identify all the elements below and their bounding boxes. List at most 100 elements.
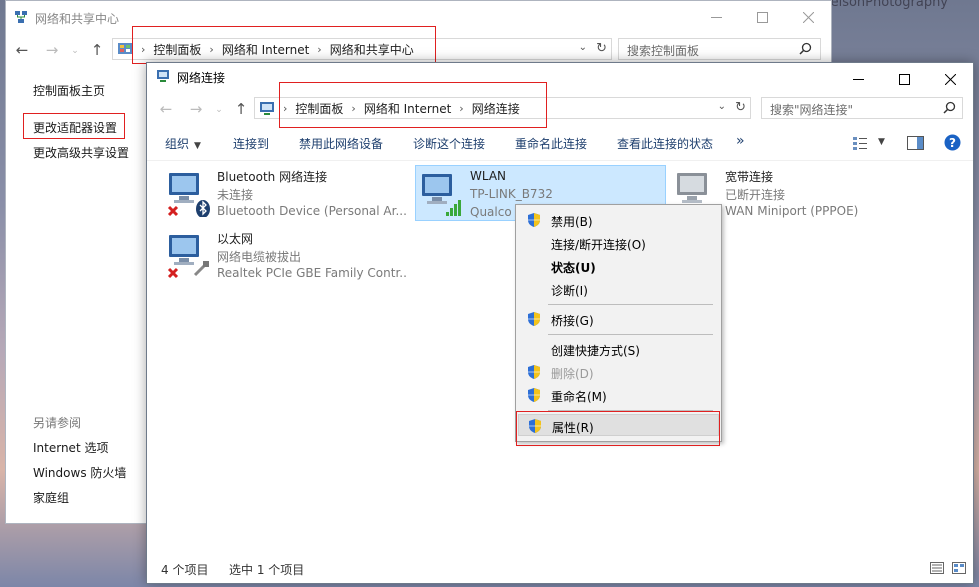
close-icon[interactable] bbox=[927, 63, 973, 95]
connection-status: 已断开连接 bbox=[725, 188, 786, 202]
advanced-sharing-settings-link[interactable]: 更改高级共享设置 bbox=[33, 144, 129, 161]
properties-highlight-box bbox=[516, 411, 720, 446]
connection-item-ethernet[interactable]: 以太网 网络电缆被拔出 Realtek PCIe GBE Family Cont… bbox=[163, 227, 408, 283]
connect-to-button[interactable]: 连接到 bbox=[233, 135, 269, 152]
menu-item-delete[interactable]: 删除(D) bbox=[518, 361, 719, 383]
status-bar: 4 个项目 选中 1 个项目 bbox=[147, 553, 973, 583]
connection-name: Bluetooth 网络连接 bbox=[217, 170, 328, 184]
refresh-icon[interactable]: ↻ bbox=[735, 100, 746, 115]
see-also-heading: 另请参阅 bbox=[33, 416, 82, 430]
menu-item-rename[interactable]: 重命名(M) bbox=[518, 384, 719, 406]
forward-arrow-icon[interactable]: → bbox=[185, 98, 207, 120]
title-bar: 网络连接 bbox=[147, 63, 973, 91]
menu-item-status[interactable]: 状态(U) bbox=[518, 255, 719, 277]
uac-shield-icon bbox=[528, 312, 540, 326]
rename-button[interactable]: 重命名此连接 bbox=[515, 135, 587, 152]
chevron-down-icon[interactable]: ⌄ bbox=[579, 42, 587, 53]
window-title: 网络连接 bbox=[177, 71, 226, 85]
view-status-button[interactable]: 查看此连接的状态 bbox=[617, 135, 713, 152]
help-icon[interactable]: ? bbox=[944, 134, 961, 151]
command-toolbar: 组织 ▼ 连接到 禁用此网络设备 诊断这个连接 重命名此连接 查看此连接的状态 »… bbox=[147, 125, 973, 161]
organize-menu[interactable]: 组织 ▼ bbox=[165, 135, 201, 152]
recent-chevron-icon[interactable]: ⌄ bbox=[64, 40, 86, 62]
svg-text:?: ? bbox=[949, 136, 956, 150]
menu-item-label: 禁用(B) bbox=[551, 215, 593, 229]
search-input[interactable]: 搜索"网络连接" bbox=[761, 97, 963, 119]
connection-status: TP-LINK_B732 bbox=[470, 187, 553, 201]
connection-name: 以太网 bbox=[217, 232, 254, 246]
search-icon[interactable] bbox=[943, 101, 956, 114]
menu-item-disable[interactable]: 禁用(B) bbox=[518, 209, 719, 231]
context-menu: 禁用(B) 连接/断开连接(O) 状态(U) 诊断(I) 桥接(G) 创建快捷方… bbox=[515, 204, 722, 442]
item-count: 4 个项目 bbox=[161, 563, 209, 577]
caret-down-icon: ▼ bbox=[194, 141, 201, 151]
diagnose-button[interactable]: 诊断这个连接 bbox=[413, 135, 485, 152]
menu-item-label: 诊断(I) bbox=[551, 284, 588, 298]
menu-item-label: 重命名(M) bbox=[551, 390, 607, 404]
maximize-icon[interactable] bbox=[739, 1, 785, 33]
connection-name: 宽带连接 bbox=[725, 170, 774, 184]
network-icon bbox=[15, 11, 27, 23]
network-connections-icon bbox=[260, 102, 274, 115]
connection-status: 未连接 bbox=[217, 188, 254, 202]
forward-arrow-icon[interactable]: → bbox=[41, 39, 63, 61]
minimize-icon[interactable] bbox=[693, 1, 739, 33]
refresh-icon[interactable]: ↻ bbox=[596, 41, 607, 56]
network-adapter-icon bbox=[167, 173, 210, 217]
connection-name: WLAN bbox=[470, 169, 507, 183]
address-highlight-box bbox=[279, 82, 547, 128]
menu-item-bridge[interactable]: 桥接(G) bbox=[518, 308, 719, 330]
menu-item-label: 桥接(G) bbox=[551, 314, 594, 328]
search-input[interactable]: 搜索控制面板 bbox=[618, 38, 821, 60]
recent-chevron-icon[interactable]: ⌄ bbox=[208, 99, 230, 121]
more-commands-button[interactable]: » bbox=[736, 133, 745, 149]
address-highlight-box bbox=[132, 26, 436, 64]
uac-shield-icon bbox=[528, 388, 540, 402]
connection-device: WAN Miniport (PPPOE) bbox=[725, 204, 859, 218]
large-icons-view-icon[interactable] bbox=[952, 562, 966, 574]
control-panel-home-link[interactable]: 控制面板主页 bbox=[33, 82, 105, 99]
connection-item-bluetooth[interactable]: Bluetooth 网络连接 未连接 Bluetooth Device (Per… bbox=[163, 165, 408, 221]
search-icon[interactable] bbox=[799, 42, 812, 55]
up-arrow-icon[interactable]: ↑ bbox=[86, 39, 108, 61]
menu-item-label: 状态(U) bbox=[551, 261, 596, 275]
menu-item-label: 删除(D) bbox=[551, 367, 594, 381]
control-panel-icon bbox=[118, 43, 132, 54]
connection-device: Qualco bbox=[470, 205, 512, 219]
chevron-down-icon[interactable]: ⌄ bbox=[718, 101, 726, 112]
back-arrow-icon[interactable]: ← bbox=[155, 98, 177, 120]
menu-item-label: 创建快捷方式(S) bbox=[551, 344, 640, 358]
menu-item-connect-disconnect[interactable]: 连接/断开连接(O) bbox=[518, 232, 719, 254]
menu-item-label: 连接/断开连接(O) bbox=[551, 238, 646, 252]
wireless-adapter-icon bbox=[422, 174, 461, 216]
disable-device-button[interactable]: 禁用此网络设备 bbox=[299, 135, 383, 152]
close-icon[interactable] bbox=[785, 1, 831, 33]
menu-item-create-shortcut[interactable]: 创建快捷方式(S) bbox=[518, 338, 719, 360]
menu-item-diagnose[interactable]: 诊断(I) bbox=[518, 278, 719, 300]
internet-options-link[interactable]: Internet 选项 bbox=[33, 439, 108, 456]
selected-count: 选中 1 个项目 bbox=[229, 563, 305, 577]
adapter-settings-highlight-box bbox=[23, 113, 125, 139]
homegroup-link[interactable]: 家庭组 bbox=[33, 489, 69, 506]
uac-shield-icon bbox=[528, 365, 540, 379]
window-controls bbox=[835, 63, 973, 95]
network-connections-icon bbox=[157, 70, 169, 82]
back-arrow-icon[interactable]: ← bbox=[11, 39, 33, 61]
menu-separator bbox=[548, 334, 713, 335]
details-view-icon[interactable] bbox=[930, 562, 944, 574]
connection-device: Bluetooth Device (Personal Ar... bbox=[217, 204, 407, 218]
connection-status: 网络电缆被拔出 bbox=[217, 250, 302, 264]
organize-label: 组织 bbox=[165, 137, 190, 151]
up-arrow-icon[interactable]: ↑ bbox=[230, 98, 252, 120]
window-controls bbox=[693, 1, 831, 33]
minimize-icon[interactable] bbox=[835, 63, 881, 95]
view-options-icon[interactable] bbox=[853, 136, 869, 150]
connection-device: Realtek PCIe GBE Family Contr... bbox=[217, 266, 407, 280]
menu-separator bbox=[548, 304, 713, 305]
windows-firewall-link[interactable]: Windows 防火墙 bbox=[33, 464, 126, 481]
navigation-bar: ← → ⌄ ↑ › 控制面板 › 网络和 Internet › 网络连接 ⌄ ↻… bbox=[147, 96, 973, 126]
maximize-icon[interactable] bbox=[881, 63, 927, 95]
preview-pane-icon[interactable] bbox=[907, 136, 924, 150]
window-title: 网络和共享中心 bbox=[35, 12, 120, 26]
caret-down-icon[interactable]: ▼ bbox=[878, 137, 885, 147]
